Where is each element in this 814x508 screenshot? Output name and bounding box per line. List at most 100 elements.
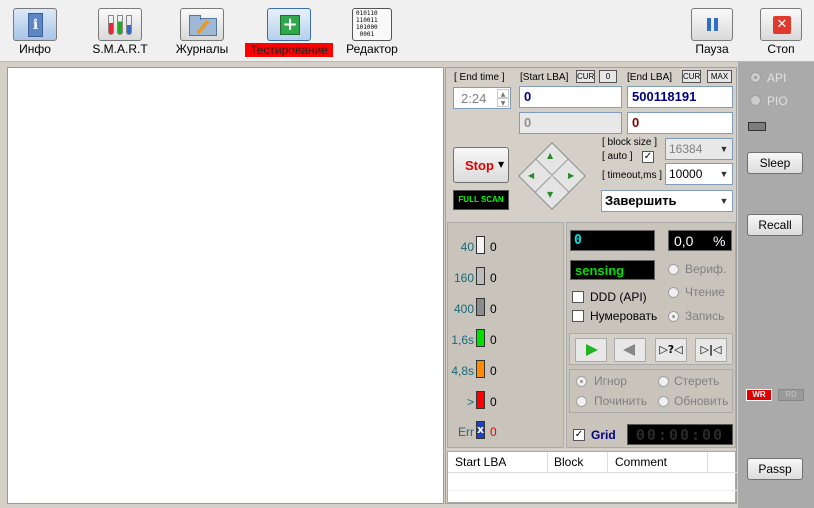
timeout-label: [ timeout,ms ] bbox=[602, 170, 663, 181]
editor-button[interactable]: 010110 110011 101000 0001 Редактор bbox=[343, 6, 401, 58]
butterfly-button[interactable]: ▷|◁ bbox=[695, 338, 727, 362]
numbering-checkbox[interactable] bbox=[572, 310, 584, 322]
chevron-down-icon: ▼ bbox=[719, 144, 729, 154]
block-size-label: [ block size ] bbox=[602, 137, 658, 148]
info-icon: i bbox=[13, 8, 57, 41]
play-back-icon bbox=[623, 344, 635, 356]
butterfly-icon: ▷|◁ bbox=[700, 343, 722, 356]
results-table[interactable]: Start LBA Block Comment bbox=[447, 451, 737, 503]
binary-document-icon: 010110 110011 101000 0001 bbox=[352, 8, 392, 41]
sleep-button[interactable]: Sleep bbox=[747, 152, 803, 174]
histogram-row: >0 bbox=[448, 391, 565, 413]
end-lba-input[interactable]: 500118191 bbox=[627, 86, 733, 108]
read-radio[interactable] bbox=[668, 287, 679, 298]
passp-button[interactable]: Passp bbox=[747, 458, 803, 480]
histogram-bar bbox=[476, 391, 485, 409]
chevron-down-icon: ▼ bbox=[719, 169, 729, 179]
end-time-label: [ End time ] bbox=[454, 72, 505, 83]
arrow-down-icon: ▼ bbox=[547, 190, 554, 199]
histogram-row: 400 0 bbox=[448, 298, 565, 320]
smart-tubes-icon bbox=[98, 8, 142, 41]
main-toolbar: i Инфо S.M.A.R.T Журналы + Тестирование … bbox=[0, 0, 814, 62]
start-lba-sub-field: 0 bbox=[519, 112, 622, 134]
error-action-group: Игнор Стереть Починить Обновить bbox=[569, 369, 733, 413]
write-radio[interactable] bbox=[668, 311, 679, 322]
api-radio[interactable] bbox=[750, 72, 761, 83]
column-comment[interactable]: Comment bbox=[608, 452, 708, 473]
random-seek-icon: ▷?◁ bbox=[659, 343, 683, 356]
table-row bbox=[448, 490, 737, 491]
pause-button[interactable]: Пауза bbox=[688, 6, 736, 58]
histogram-row: 1,6s 0 bbox=[448, 329, 565, 351]
timeout-select[interactable]: 10000 ▼ bbox=[665, 163, 733, 185]
histogram-bar bbox=[476, 267, 485, 285]
testing-button[interactable]: + Тестирование bbox=[243, 6, 335, 58]
error-x-icon: x bbox=[476, 421, 485, 439]
direction-pad: ▲ ▼ ◀ ▶ bbox=[518, 142, 586, 210]
start-lba-input[interactable]: 0 bbox=[519, 86, 622, 108]
histogram-row: 4,8s 0 bbox=[448, 360, 565, 382]
log-area[interactable] bbox=[7, 67, 444, 504]
auto-label: [ auto ] bbox=[602, 151, 633, 162]
active-tab-label: Тестирование bbox=[245, 43, 333, 57]
logs-button[interactable]: Журналы bbox=[168, 6, 236, 58]
player-controls: ▷?◁ ▷|◁ bbox=[569, 333, 733, 365]
state-display: sensing bbox=[570, 260, 655, 280]
end-lba-max-chip[interactable]: MAX bbox=[707, 70, 732, 83]
spinner-down-icon[interactable]: ▼ bbox=[497, 98, 509, 107]
status-indicator bbox=[748, 122, 766, 131]
grid-timer-display: 00:00:00 bbox=[627, 424, 733, 445]
block-counter-display: 0 bbox=[570, 230, 655, 251]
end-time-spinner[interactable]: 2:24 ▲ ▼ bbox=[453, 87, 511, 109]
histogram-bar bbox=[476, 329, 485, 347]
start-lba-cur-chip[interactable]: CUR bbox=[576, 70, 595, 83]
spinner-up-icon[interactable]: ▲ bbox=[497, 89, 509, 98]
arrow-right-icon: ▶ bbox=[568, 171, 575, 180]
status-pane: 0 0,0 % sensing DDD (API) Нумеровать Вер… bbox=[566, 222, 736, 448]
ddd-api-checkbox[interactable] bbox=[572, 291, 584, 303]
histogram-row: 40 0 bbox=[448, 236, 565, 258]
auto-checkbox[interactable]: ✓ bbox=[642, 151, 654, 163]
smart-button[interactable]: S.M.A.R.T bbox=[84, 6, 156, 58]
block-size-select[interactable]: 16384 ▼ bbox=[665, 138, 733, 160]
pio-radio[interactable] bbox=[750, 95, 761, 106]
start-lba-label: [Start LBA] bbox=[520, 72, 569, 83]
grid-label: Grid bbox=[591, 428, 616, 442]
start-lba-zero-chip[interactable]: 0 bbox=[599, 70, 617, 83]
recall-button[interactable]: Recall bbox=[747, 214, 803, 236]
test-control-panel: [ End time ] 2:24 ▲ ▼ [Start LBA] CUR 0 … bbox=[445, 67, 737, 504]
ignore-radio[interactable] bbox=[576, 376, 587, 387]
numbering-label: Нумеровать bbox=[590, 309, 658, 323]
play-forward-button[interactable] bbox=[575, 338, 607, 362]
wr-indicator: WR bbox=[746, 389, 772, 401]
chevron-down-icon: ▼ bbox=[498, 160, 505, 169]
table-header: Start LBA Block Comment bbox=[448, 452, 737, 473]
info-button[interactable]: i Инфо bbox=[8, 6, 62, 58]
finish-action-select[interactable]: Завершить ▼ bbox=[601, 190, 733, 212]
random-seek-button[interactable]: ▷?◁ bbox=[655, 338, 687, 362]
histogram-row: Err x 0 bbox=[458, 421, 497, 439]
erase-radio[interactable] bbox=[658, 376, 669, 387]
progress-display: 0,0 % bbox=[668, 230, 732, 251]
refresh-radio[interactable] bbox=[658, 396, 669, 407]
close-icon: ✕ bbox=[760, 8, 802, 41]
end-lba-sub-field: 0 bbox=[627, 112, 733, 134]
end-lba-cur-chip[interactable]: CUR bbox=[682, 70, 701, 83]
stop-button[interactable]: ✕ Стоп bbox=[755, 6, 807, 58]
full-scan-button[interactable]: FULL SCAN bbox=[453, 190, 509, 210]
grid-checkbox[interactable]: ✓ bbox=[573, 429, 585, 441]
repair-radio[interactable] bbox=[576, 396, 587, 407]
play-backward-button[interactable] bbox=[614, 338, 646, 362]
arrow-left-icon: ◀ bbox=[528, 171, 535, 180]
histogram-bar bbox=[476, 236, 485, 254]
verify-radio[interactable] bbox=[668, 264, 679, 275]
right-panel: API PIO Sleep Recall WR RD Passp bbox=[738, 62, 814, 508]
column-block[interactable]: Block bbox=[548, 452, 608, 473]
rd-indicator: RD bbox=[778, 389, 804, 401]
histogram-bar bbox=[476, 360, 485, 378]
stop-test-button[interactable]: Stop ▼ bbox=[453, 147, 509, 183]
histogram-pane: 40 0 160 0 400 0 1,6s 0 4,8s 0 >0 Err x 0 bbox=[447, 222, 564, 448]
folder-edit-icon bbox=[180, 8, 224, 41]
play-icon bbox=[586, 344, 598, 356]
column-start-lba[interactable]: Start LBA bbox=[448, 452, 548, 473]
